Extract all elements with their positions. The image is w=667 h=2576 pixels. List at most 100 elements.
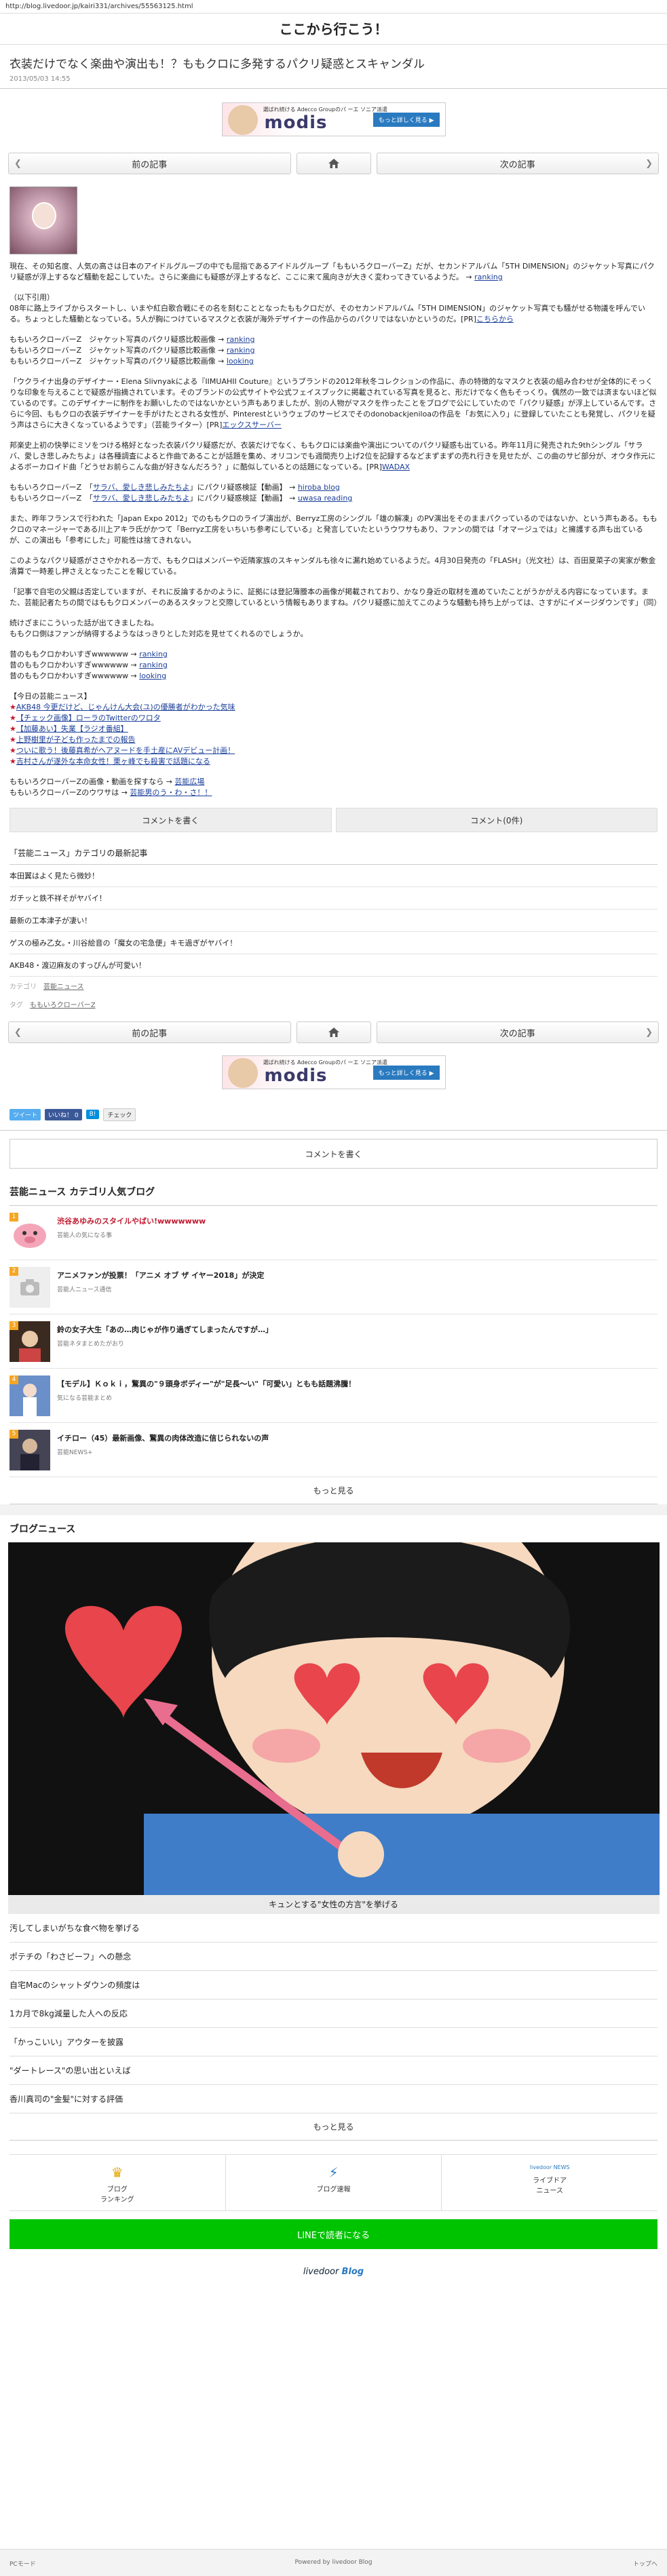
next-article-button[interactable]: 次の記事 ❯ <box>376 1021 659 1043</box>
like-button[interactable]: いいね！ 0 <box>45 1108 82 1120</box>
list-item[interactable]: ポテチの「わさビーフ」への懸念 <box>9 1943 658 1971</box>
list-item[interactable]: 2 アニメファンが投票！「アニメ オブ ザ イヤー2018」が決定 芸能人ニュース… <box>9 1260 658 1314</box>
ad-cta[interactable]: もっと詳しく見る ▶ <box>373 1066 440 1080</box>
news-link[interactable]: AKB48 今更だけど、じゃんけん大会(ユ)の優勝者がわかった気味 <box>16 703 235 711</box>
ranking-link[interactable]: ranking <box>474 273 503 281</box>
category-latest-list: 本田翼はよく見たら微妙！ ガチッと鉄不祥そがヤバイ！ 最新の工本津子が凄い！ ゲ… <box>0 865 667 977</box>
camera-icon: 2 <box>9 1267 50 1308</box>
ad-portrait <box>227 1058 258 1088</box>
ad-logo: modis <box>264 1066 328 1086</box>
blog-speed-link[interactable]: ⚡ ブログ速報 <box>226 2155 442 2210</box>
blog-ranking-link[interactable]: ♛ ブログ ランキング <box>9 2155 226 2210</box>
cmp-link[interactable]: ranking <box>227 335 255 344</box>
news-link[interactable]: 上野樹里が子ども作ったまでの報告 <box>16 735 136 744</box>
news-link[interactable]: 吉村さんが遂外な本命女性！栗ヶ峰でも殺害で話題になる <box>16 757 210 766</box>
footer-nav: ♛ ブログ ランキング ⚡ ブログ速報 livedoor NEWS ライブドア ニュー… <box>9 2154 658 2211</box>
pr-link[interactable]: WADAX <box>382 463 410 471</box>
cmp-link[interactable]: ranking <box>227 346 255 355</box>
check-button[interactable]: チェック <box>103 1108 136 1121</box>
cute-link[interactable]: ranking <box>139 661 168 669</box>
news-link[interactable]: 【加藤あい】失業【ラジオ番組】 <box>16 724 128 733</box>
popular-more-button[interactable]: もっと見る <box>9 1477 658 1504</box>
list-item[interactable]: "ダートレース"の思い出といえば <box>9 2056 658 2085</box>
rank-badge: 5 <box>9 1430 18 1439</box>
bottom-bar: PCモード Powered by livedoor Blog トップへ <box>0 2549 667 2576</box>
popular-blogs-list: 1 渋谷あゆみのスタイルやばい!wwwwwww 芸能人の気になる事 2 アニメファ… <box>0 1206 667 1477</box>
blog-news-hero-image[interactable] <box>7 1542 660 1895</box>
chevron-right-icon: ❯ <box>645 158 653 169</box>
write-comment-button[interactable]: コメントを書く <box>9 1139 658 1169</box>
chevron-right-icon: ❯ <box>645 1027 653 1038</box>
article-nav-bottom: ❮ 前の記事 次の記事 ❯ <box>8 1019 659 1046</box>
list-item[interactable]: ガチッと鉄不祥そがヤバイ！ <box>9 887 658 910</box>
tag-meta: タグ ももいろクローバーZ <box>9 1002 96 1009</box>
article-body: 現在、その知名度、人気の高さは日本のアイドルグループの中でも屈指であるアイドルグ… <box>9 262 662 797</box>
home-button[interactable] <box>296 1021 371 1043</box>
blog-news-list: 汚してしまいがちな食べ物を挙げる ポテチの「わさビーフ」への懸念 自宅Macのシ… <box>0 1914 667 2113</box>
list-item[interactable]: 4 【モデル】Ｋｏｋｉ，驚異の"９頭身ボディー"が"足長〜い"「可愛い」ともも話… <box>9 1369 658 1423</box>
ad-cta[interactable]: もっと詳しく見る ▶ <box>373 113 440 127</box>
list-item[interactable]: 「かっこいい」アウターを披露 <box>9 2028 658 2056</box>
hatena-button[interactable]: B! <box>85 1110 100 1119</box>
livedoor-blog-logo[interactable]: livedoor Blog <box>0 2267 667 2277</box>
livedoor-news-link[interactable]: livedoor NEWS ライブドア ニュース <box>442 2155 658 2210</box>
list-item[interactable]: 1カ月で8kg減量した人への反応 <box>9 1999 658 2028</box>
ad-logo: modis <box>264 113 328 133</box>
next-article-button[interactable]: 次の記事 ❯ <box>376 153 659 174</box>
popular-blogs-heading: 芸能ニュース カテゴリ人気ブログ <box>9 1178 658 1206</box>
ad-banner-bottom[interactable]: 選ばれ続ける Adecco Groupのパ ーエ ソニア派遣 modis もっと… <box>221 1055 446 1089</box>
tweet-button[interactable]: ツイート <box>9 1108 41 1120</box>
line-follow-button[interactable]: LINEで読者になる <box>9 2219 658 2249</box>
article-thumbnail[interactable] <box>9 187 77 254</box>
comments-count-button[interactable]: コメント(0件) <box>335 808 658 832</box>
site-title[interactable]: ここから行こう！ <box>0 14 667 45</box>
song-link[interactable]: サラバ、愛しき悲しみたちよ <box>93 483 190 492</box>
blog-news-heading: ブログニュース <box>9 1524 76 1535</box>
list-item[interactable]: 香川真司の"金髪"に対する評価 <box>9 2085 658 2113</box>
list-item[interactable]: 最新の工本津子が凄い！ <box>9 910 658 932</box>
pr-link[interactable]: こちらから <box>476 315 514 324</box>
blog-thumbnail: 5 <box>9 1430 50 1470</box>
list-item[interactable]: 汚してしまいがちな食べ物を挙げる <box>9 1914 658 1943</box>
chevron-left-icon: ❮ <box>14 158 22 169</box>
list-item[interactable]: AKB48・渡辺麻友のすっぴんが可愛い！ <box>9 954 658 977</box>
article-title: 衣装だけでなく楽曲や演出も！？ももクロに多発するパクリ疑惑とスキャンダル <box>9 58 425 71</box>
url-bar[interactable]: http://blog.livedoor.jp/kairi331/archive… <box>0 0 667 14</box>
back-to-top-link[interactable]: トップへ <box>633 2559 658 2568</box>
outro-link[interactable]: 芸能男のう・わ・さ！！ <box>130 788 212 797</box>
cute-link[interactable]: ranking <box>139 650 168 659</box>
rank-badge: 4 <box>9 1375 18 1384</box>
home-button[interactable] <box>296 153 371 174</box>
ad-portrait <box>227 105 258 135</box>
prev-article-button[interactable]: ❮ 前の記事 <box>8 1021 291 1043</box>
news-heading: 【今日の芸能ニュース】 <box>9 692 92 701</box>
hero-caption[interactable]: キュンとする"女性の方言"を挙げる <box>7 1895 660 1914</box>
ad-banner-top[interactable]: 選ばれ続ける Adecco Groupのパ ーエ ソニア派遣 modis もっと… <box>221 102 446 136</box>
news-link[interactable]: ついに歌う！後藤真希がヘアヌードを手土産にAVデビュー計画！ <box>16 746 235 755</box>
write-comment-button[interactable]: コメントを書く <box>9 808 332 832</box>
chevron-left-icon: ❮ <box>14 1027 22 1038</box>
article-nav-top: ❮ 前の記事 次の記事 ❯ <box>8 150 659 177</box>
cmp-link[interactable]: looking <box>227 357 254 366</box>
list-item[interactable]: 自宅Macのシャットダウンの頻度は <box>9 1971 658 1999</box>
rank-badge: 2 <box>9 1267 18 1276</box>
blog-news-more-button[interactable]: もっと見る <box>9 2113 658 2141</box>
outro-link[interactable]: 芸能広場 <box>174 777 204 786</box>
list-item[interactable]: 本田翼はよく見たら微妙！ <box>9 865 658 887</box>
pr-link[interactable]: エックスサーバー <box>222 421 282 429</box>
list-item[interactable]: 3 鈴の女子大生「あの…肉じゃが作り過ぎてしまったんですが…」 芸能ネタまとめたが… <box>9 1314 658 1369</box>
song-link[interactable]: サラバ、愛しき悲しみたちよ <box>93 494 190 503</box>
category-meta: カテゴリ 芸能ニュース <box>9 983 84 991</box>
cmp-link[interactable]: hiroba blog <box>298 483 340 492</box>
prev-article-button[interactable]: ❮ 前の記事 <box>8 153 291 174</box>
share-bar: ツイート いいね！ 0 B! チェック <box>9 1099 658 1130</box>
list-item[interactable]: 1 渋谷あゆみのスタイルやばい!wwwwwww 芸能人の気になる事 <box>9 1206 658 1260</box>
cute-link[interactable]: looking <box>139 671 166 680</box>
cmp-link[interactable]: uwasa reading <box>298 494 352 503</box>
category-link[interactable]: 芸能ニュース <box>43 983 84 991</box>
list-item[interactable]: 5 イチロー（45）最新画像、驚異の肉体改造に信じられないの声 芸能NEWS+ <box>9 1423 658 1477</box>
list-item[interactable]: ゲスの極み乙女。・川谷絵音の「魔女の宅急便」キモ過ぎがヤバイ！ <box>9 932 658 954</box>
article-date: 2013/05/03 14:55 <box>9 75 71 83</box>
news-link[interactable]: 【チェック画像】ローラのTwitterのワロタ <box>16 714 161 722</box>
tag-link[interactable]: ももいろクローバーZ <box>30 1002 96 1009</box>
